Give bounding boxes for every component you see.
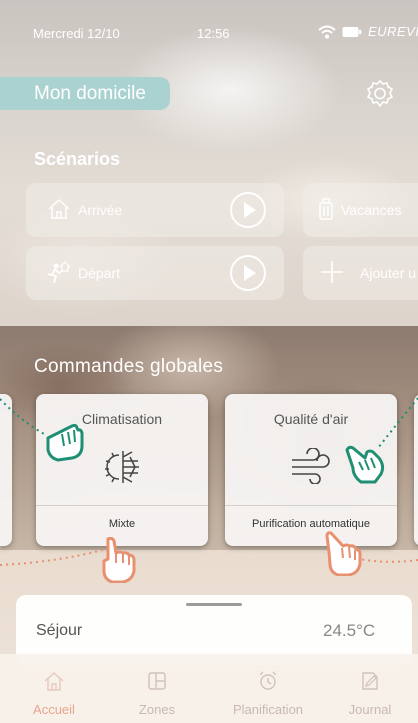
gear-icon xyxy=(367,80,393,107)
play-button[interactable] xyxy=(230,255,266,291)
tab-journal[interactable]: Journal xyxy=(318,654,418,723)
tab-label: Journal xyxy=(348,702,392,717)
tab-accueil[interactable]: Accueil xyxy=(2,654,106,723)
command-card-mode[interactable]: Purification automatique xyxy=(225,518,397,530)
status-time: 12:56 xyxy=(197,26,230,41)
alarm-clock-icon xyxy=(259,671,277,690)
scenario-card-add[interactable]: Ajouter u xyxy=(303,246,418,300)
commands-title: Commandes globales xyxy=(34,356,224,377)
tab-planification[interactable]: Planification xyxy=(216,654,320,723)
wifi-icon xyxy=(318,25,336,38)
plus-icon xyxy=(321,261,343,283)
hand-pointer-icon xyxy=(325,531,362,576)
room-name: Séjour xyxy=(36,622,83,639)
hand-pointer-icon xyxy=(345,445,385,484)
zones-icon xyxy=(148,672,166,690)
status-date: Mercredi 12/10 xyxy=(33,26,120,41)
scenario-label: Ajouter u xyxy=(360,265,417,281)
tab-label: Accueil xyxy=(33,702,75,717)
scenario-label: Vacances xyxy=(341,202,402,218)
suitcase-icon xyxy=(319,198,333,220)
hand-pointer-icon xyxy=(102,537,136,583)
sun-snowflake-icon xyxy=(105,451,139,483)
home-icon xyxy=(44,672,64,691)
battery-icon xyxy=(342,26,362,37)
command-card-climatisation[interactable]: Climatisation Mixte xyxy=(36,394,208,546)
status-icons: EUREVIA xyxy=(318,24,418,39)
scenarios-title: Scénarios xyxy=(34,149,121,169)
scenario-label: Départ xyxy=(78,265,121,281)
settings-button[interactable] xyxy=(364,78,396,110)
journal-icon xyxy=(362,672,378,690)
home-selector[interactable]: Mon domicile xyxy=(0,77,170,110)
wind-icon xyxy=(292,448,330,484)
scenario-card-vacances[interactable]: Vacances xyxy=(303,183,418,237)
tab-zones[interactable]: Zones xyxy=(105,654,209,723)
brand-logo: EUREVIA xyxy=(368,24,418,39)
status-bar: Mercredi 12/10 12:56 EUREVIA xyxy=(0,0,418,64)
command-card-title: Qualité d'air xyxy=(273,411,349,427)
person-leaving-icon xyxy=(47,261,71,284)
tab-bar: Accueil Zones Planification Journal xyxy=(0,654,418,723)
tab-label: Zones xyxy=(138,702,176,717)
command-card-partial-right[interactable] xyxy=(414,394,418,546)
home-icon xyxy=(48,198,70,219)
card-divider xyxy=(36,505,208,506)
command-card-mode[interactable]: Mixte xyxy=(36,518,208,530)
scenario-card-arrivee[interactable]: Arrivée xyxy=(26,183,284,237)
play-button[interactable] xyxy=(230,192,266,228)
scenario-card-depart[interactable]: Départ xyxy=(26,246,284,300)
hand-pointer-icon xyxy=(46,423,84,462)
sheet-drag-handle[interactable] xyxy=(186,603,242,606)
card-divider xyxy=(225,505,397,506)
tab-label: Planification xyxy=(232,702,304,717)
room-temperature: 24.5°C xyxy=(323,621,376,640)
command-card-partial-left[interactable] xyxy=(0,394,12,546)
scenario-label: Arrivée xyxy=(78,202,123,218)
